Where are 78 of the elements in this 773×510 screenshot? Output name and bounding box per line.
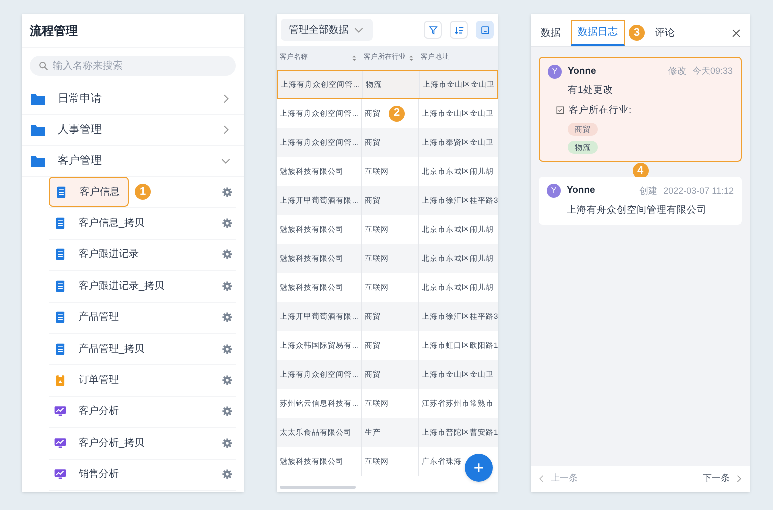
tab[interactable]: 评论	[649, 20, 681, 46]
panel-title: 流程管理	[30, 22, 78, 40]
checkbox-icon	[556, 106, 565, 116]
log-action: 创建	[640, 184, 658, 198]
gear-icon	[222, 249, 232, 260]
document-icon	[54, 311, 67, 324]
gear-icon	[222, 406, 232, 418]
settings-button[interactable]	[220, 248, 234, 262]
gear-icon	[222, 312, 232, 324]
settings-button[interactable]	[220, 342, 234, 356]
folder-icon	[30, 91, 46, 107]
settings-button[interactable]	[220, 310, 234, 325]
toolbar-button[interactable]	[450, 21, 468, 39]
scrollbar[interactable]	[280, 486, 356, 489]
search-icon	[38, 60, 50, 72]
toolbar-button[interactable]	[424, 21, 442, 39]
next-button[interactable]: 下一条	[703, 472, 744, 486]
document-icon	[54, 342, 67, 356]
monitor-chart-icon	[54, 468, 67, 482]
avatar: Y	[548, 65, 562, 80]
close-icon	[730, 28, 742, 38]
gear-icon	[222, 344, 232, 355]
search-field[interactable]: 输入名称来搜索	[53, 58, 228, 74]
settings-button[interactable]	[220, 404, 234, 419]
user-name: Yonne	[568, 65, 598, 79]
list-item[interactable]: 客户跟进记录	[49, 240, 144, 270]
sort-icon	[454, 24, 464, 36]
gear-icon	[222, 186, 232, 198]
settings-button[interactable]	[220, 185, 234, 200]
list-item[interactable]: 客户信息	[49, 177, 129, 208]
avatar: Y	[547, 184, 561, 198]
list-item[interactable]: 客户跟进记录_拷贝	[49, 271, 170, 302]
settings-button[interactable]	[220, 436, 234, 450]
document-icon	[54, 217, 67, 230]
step-badge: 1	[135, 184, 151, 200]
gear-icon	[222, 375, 232, 386]
change-summary: 有1处更改	[567, 84, 614, 98]
field-name: 客户所在行业:	[569, 104, 632, 118]
plus-icon	[472, 461, 486, 475]
gear-icon	[222, 218, 232, 230]
settings-button[interactable]	[220, 216, 234, 231]
list-item[interactable]: 客户分析_拷贝	[49, 428, 150, 458]
list-item[interactable]: 产品管理_拷贝	[49, 334, 150, 364]
gear-icon	[222, 438, 232, 449]
record-text: 上海有舟众创空间管理有限公司	[566, 204, 708, 218]
gear-icon	[222, 469, 232, 480]
document-icon	[54, 248, 67, 262]
filter-icon	[428, 24, 438, 36]
list-item[interactable]: 订单管理	[49, 366, 129, 396]
search-box[interactable]: 输入名称来搜索	[30, 56, 236, 76]
folder-item[interactable]: 日常申请	[22, 84, 244, 115]
toolbar-button[interactable]	[476, 21, 494, 39]
list-item[interactable]: 客户分析	[49, 396, 129, 427]
log-action: 修改	[668, 65, 686, 78]
scope-dropdown[interactable]: 管理全部数据	[281, 19, 373, 41]
folder-icon	[30, 153, 46, 169]
tab[interactable]: 数据	[535, 20, 567, 46]
folder-item[interactable]: 人事管理	[22, 115, 244, 146]
document-icon	[55, 186, 68, 199]
step-badge: 2	[389, 106, 405, 122]
panel-icon	[480, 24, 490, 36]
list-item[interactable]: 客户信息_拷贝	[49, 208, 150, 239]
document-icon	[54, 280, 67, 293]
list-item[interactable]: 产品管理	[49, 302, 129, 333]
list-item[interactable]: 销售分析	[49, 460, 129, 490]
log-time: 2022-03-07 11:12	[664, 184, 734, 198]
folder-icon	[30, 122, 46, 138]
monitor-chart-icon	[54, 436, 67, 450]
gear-icon	[222, 280, 232, 292]
step-badge: 3	[629, 25, 645, 41]
clipboard-icon	[54, 374, 67, 388]
settings-button[interactable]	[220, 374, 234, 388]
tab[interactable]: 数据日志	[571, 20, 625, 46]
monitor-chart-icon	[54, 405, 67, 418]
user-name: Yonne	[567, 184, 596, 198]
log-time: 今天09:33	[692, 65, 733, 78]
settings-button[interactable]	[220, 279, 234, 294]
settings-button[interactable]	[220, 468, 234, 482]
